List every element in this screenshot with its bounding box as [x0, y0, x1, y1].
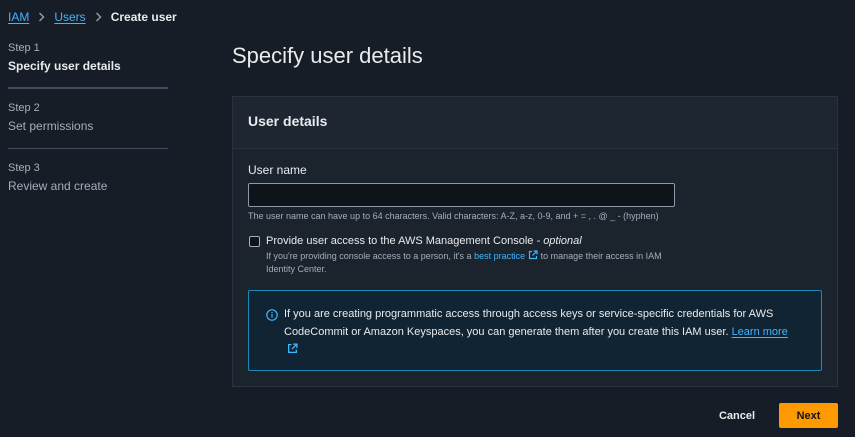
create-user-page: IAM Users Create user Step 1 Specify use…: [0, 0, 855, 437]
user-details-container: User details User name The user name can…: [232, 96, 838, 387]
step-number: Step 3: [8, 162, 40, 174]
step-title: Review and create: [8, 179, 108, 193]
container-header: User details: [233, 97, 837, 149]
external-link-icon: [287, 342, 298, 360]
next-button[interactable]: Next: [779, 403, 838, 428]
breadcrumb-iam-link[interactable]: IAM: [8, 10, 29, 24]
learn-more-link-text: Learn more: [731, 326, 788, 338]
info-circle-icon: [266, 308, 278, 326]
user-name-hint: The user name can have up to 64 characte…: [248, 211, 659, 221]
wizard-step-2: Step 2 Set permissions: [8, 88, 168, 148]
console-access-checkbox[interactable]: [249, 236, 260, 247]
cancel-button[interactable]: Cancel: [708, 405, 766, 427]
user-name-label: User name: [248, 163, 307, 177]
step-number: Step 2: [8, 102, 40, 114]
alert-text: If you are creating programmatic access …: [284, 308, 774, 338]
best-practice-link-text: best practice: [474, 251, 526, 261]
page-title: Specify user details: [232, 43, 423, 68]
best-practice-link[interactable]: best practice: [474, 250, 538, 263]
info-alert: If you are creating programmatic access …: [248, 290, 822, 371]
console-access-label-text: Provide user access to the AWS Managemen…: [266, 235, 534, 247]
external-link-icon: [528, 250, 538, 263]
console-desc-before: If you're providing console access to a …: [266, 251, 472, 261]
optional-suffix: - optional: [536, 235, 582, 247]
breadcrumb-users-link[interactable]: Users: [54, 10, 85, 24]
chevron-right-icon: [38, 12, 45, 22]
wizard-steps: Step 1 Specify user details Step 2 Set p…: [8, 40, 168, 208]
wizard-step-3: Step 3 Review and create: [8, 148, 168, 208]
step-title: Set permissions: [8, 119, 94, 133]
chevron-right-icon: [95, 12, 102, 22]
console-access-label[interactable]: Provide user access to the AWS Managemen…: [266, 234, 582, 248]
container-title: User details: [248, 113, 328, 129]
console-access-description: If you're providing console access to a …: [266, 250, 686, 275]
user-name-input[interactable]: [248, 183, 675, 207]
step-title: Specify user details: [8, 59, 121, 73]
step-number: Step 1: [8, 42, 40, 54]
breadcrumb-current: Create user: [110, 10, 177, 24]
wizard-step-1: Step 1 Specify user details: [8, 40, 168, 88]
alert-message: If you are creating programmatic access …: [284, 305, 794, 360]
breadcrumb: IAM Users Create user: [8, 9, 177, 25]
